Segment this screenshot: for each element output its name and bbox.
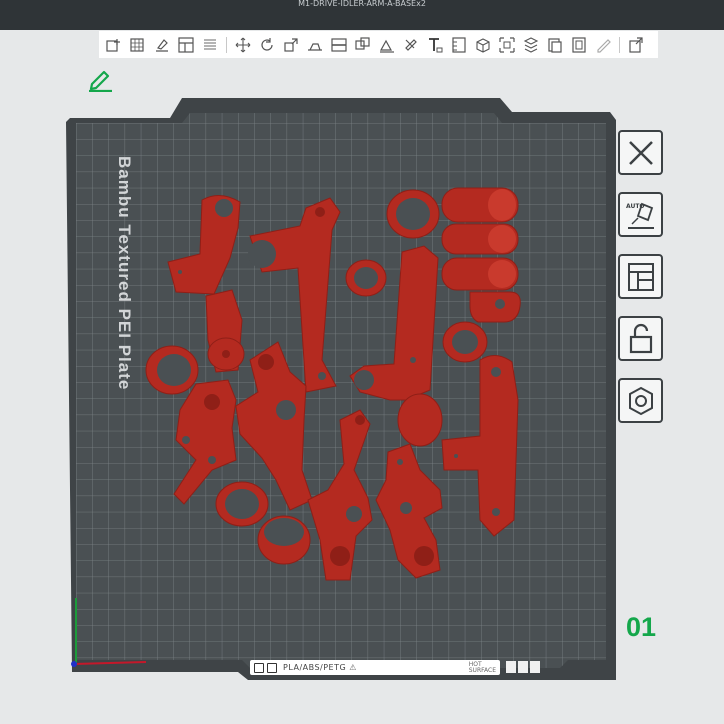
plate-icon	[267, 662, 277, 673]
filament-types: PLA/ABS/PETG	[283, 663, 347, 672]
plate-settings-button[interactable]	[618, 378, 663, 423]
arrange-icon	[627, 262, 654, 291]
plate-type-label: Bambu Textured PEI Plate	[115, 156, 134, 391]
plate-grid	[76, 113, 606, 668]
lock-plate-button[interactable]	[618, 316, 663, 361]
close-icon	[628, 140, 653, 165]
plate-label-strip: PLA/ABS/PETG ⚠ HOT SURFACE	[250, 660, 500, 675]
auto-orient-plate-button[interactable]: AUTO	[618, 192, 663, 237]
warning-icon: ⚠	[349, 663, 357, 672]
qr-icon	[254, 662, 264, 673]
delete-plate-button[interactable]	[618, 130, 663, 175]
build-plate[interactable]	[0, 0, 724, 724]
arrange-plate-button[interactable]	[618, 254, 663, 299]
auto-orient-icon: AUTO	[626, 202, 654, 229]
move-up-icon[interactable]	[506, 661, 516, 673]
hot-surface-label: HOT SURFACE	[468, 660, 496, 674]
plate-number: 01	[626, 612, 657, 642]
plate-settings-icon	[628, 386, 653, 415]
plate-tools	[506, 659, 546, 675]
move-down-icon[interactable]	[530, 661, 540, 673]
plate-slot-icon[interactable]	[518, 661, 528, 673]
lock-icon	[629, 323, 652, 353]
